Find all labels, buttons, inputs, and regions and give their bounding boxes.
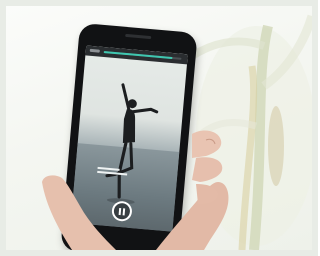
photo-frame bbox=[0, 0, 318, 256]
hand-holding-phone bbox=[42, 130, 229, 250]
photo bbox=[6, 6, 312, 250]
